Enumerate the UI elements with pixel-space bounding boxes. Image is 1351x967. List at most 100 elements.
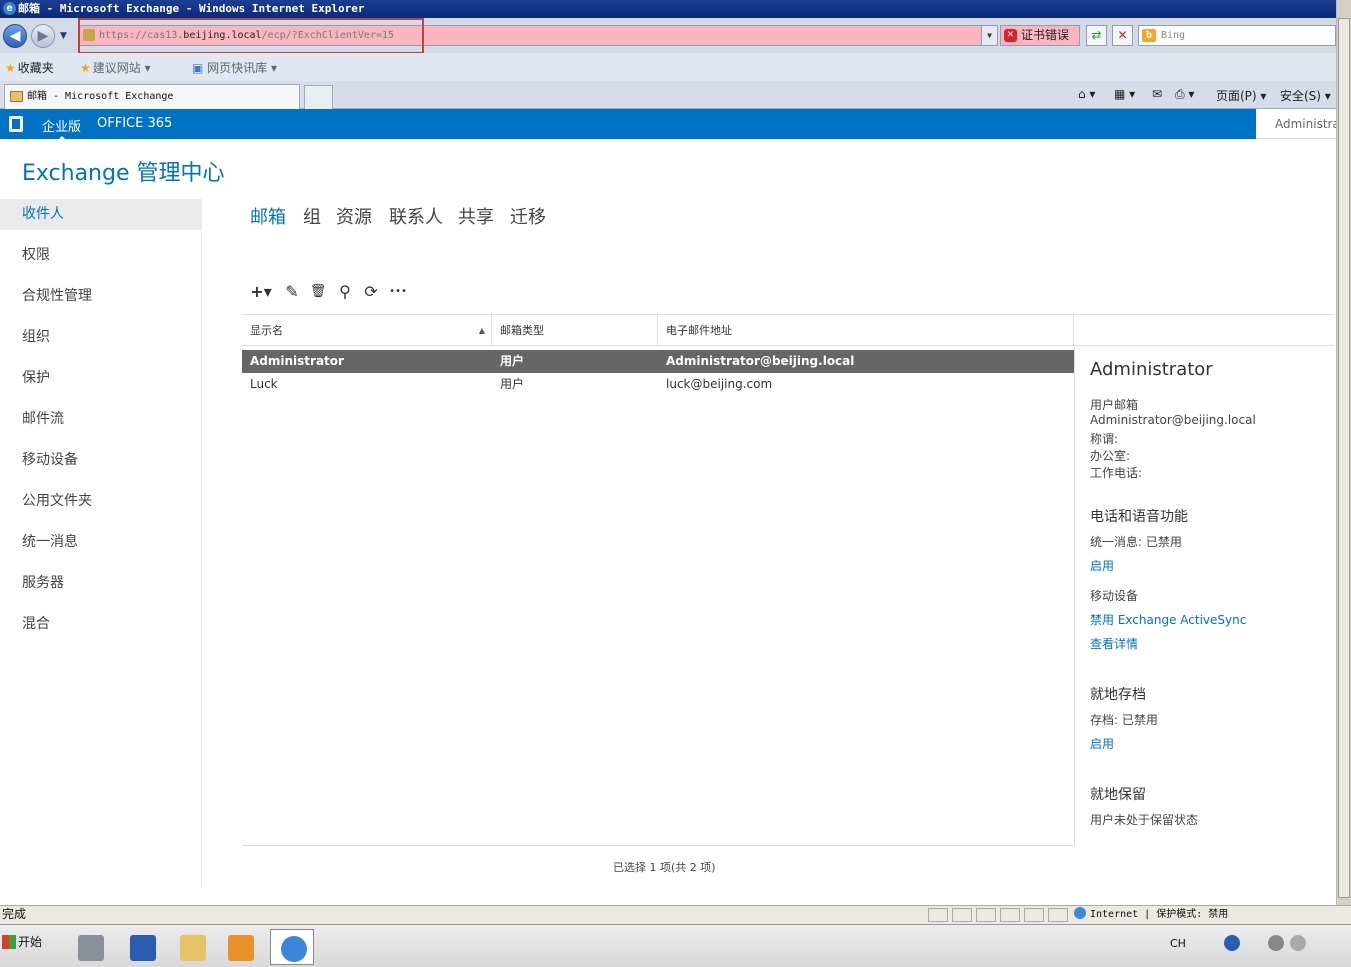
start-button[interactable]: 开始 xyxy=(2,933,42,950)
language-indicator[interactable]: CH xyxy=(1170,937,1186,950)
tab-mailboxes[interactable]: 邮箱 xyxy=(250,203,286,229)
back-button[interactable]: ◀ xyxy=(3,24,27,48)
add-favorite-icon: ★ xyxy=(80,61,91,75)
disable-activesync-link[interactable]: 禁用 Exchange ActiveSync xyxy=(1090,611,1246,628)
nav-recipients[interactable]: 收件人 xyxy=(0,199,202,230)
print-icon[interactable]: ⎙ ▾ xyxy=(1175,87,1194,102)
delete-button[interactable]: 🗑 xyxy=(307,281,329,303)
enterprise-link[interactable]: 企业版 xyxy=(42,116,81,141)
table-row[interactable]: Luck 用户 luck@beijing.com xyxy=(242,373,1074,396)
home-icon[interactable]: ⌂ ▾ xyxy=(1078,87,1095,101)
search-button[interactable]: ⚲ xyxy=(334,281,356,303)
tab-shared[interactable]: 共享 xyxy=(458,203,494,229)
mobile-devices-label: 移动设备 xyxy=(1090,589,1139,603)
detail-office-label: 办公室: xyxy=(1090,449,1131,463)
taskbar-server-manager[interactable] xyxy=(68,929,112,965)
add-button[interactable]: +▾ xyxy=(246,281,276,303)
archive-header: 就地存档 xyxy=(1090,687,1146,703)
nav-public-folders[interactable]: 公用文件夹 xyxy=(0,486,202,517)
cell-display-name: Luck xyxy=(250,377,278,391)
tab-mailbox[interactable]: 邮箱 - Microsoft Exchange xyxy=(4,84,300,109)
office365-top-bar: 企业版 OFFICE 365 xyxy=(0,109,1256,141)
um-status: 统一消息: 已禁用 xyxy=(1090,535,1182,549)
tab-groups[interactable]: 组 xyxy=(303,203,321,229)
edit-button[interactable]: ✎ xyxy=(281,281,303,303)
table-row[interactable]: Administrator 用户 Administrator@beijing.l… xyxy=(242,350,1074,373)
taskbar-internet-explorer[interactable] xyxy=(270,929,314,965)
network-icon[interactable] xyxy=(1268,935,1284,951)
hold-status: 用户未处于保留状态 xyxy=(1090,813,1199,827)
view-details-link[interactable]: 查看详情 xyxy=(1090,635,1138,652)
nav-protection[interactable]: 保护 xyxy=(0,363,202,394)
refresh-button[interactable]: ⇄ xyxy=(1086,25,1107,46)
refresh-list-button[interactable]: ⟳ xyxy=(360,281,382,303)
nav-hybrid[interactable]: 混合 xyxy=(0,609,202,640)
window-title-bar: e 邮箱 - Microsoft Exchange - Windows Inte… xyxy=(0,0,1351,18)
vertical-scrollbar[interactable] xyxy=(1336,0,1351,905)
office365-link[interactable]: OFFICE 365 xyxy=(97,116,172,131)
new-tab-button[interactable] xyxy=(304,85,333,109)
status-segment xyxy=(1048,908,1068,922)
detail-title-label: 称谓: xyxy=(1090,432,1119,446)
safety-menu[interactable]: 安全(S) ▾ xyxy=(1280,87,1331,104)
search-input[interactable]: b Bing xyxy=(1138,25,1336,46)
status-segment xyxy=(1000,908,1020,922)
status-bar: 完成 Internet | 保护模式: 禁用 xyxy=(0,905,1351,924)
windows-logo-icon xyxy=(2,935,16,949)
server-manager-icon xyxy=(78,935,104,961)
taskbar-explorer[interactable] xyxy=(170,929,214,965)
feeds-icon[interactable]: ▦ ▾ xyxy=(1114,87,1135,101)
office-icon[interactable] xyxy=(9,116,23,132)
detail-name: Administrator xyxy=(1090,359,1213,380)
column-mailbox-type[interactable]: 邮箱类型 xyxy=(492,315,658,346)
help-icon[interactable] xyxy=(1224,935,1240,951)
more-options-button[interactable]: ••• xyxy=(387,281,409,303)
shield-error-icon: ✕ xyxy=(1004,29,1017,42)
nav-compliance[interactable]: 合规性管理 xyxy=(0,281,202,312)
column-email-address[interactable]: 电子邮件地址 xyxy=(658,315,1074,346)
page-menu[interactable]: 页面(P) ▾ xyxy=(1216,87,1266,104)
url-dropdown-icon[interactable]: ▼ xyxy=(981,26,997,45)
nav-mail-flow[interactable]: 邮件流 xyxy=(0,404,202,435)
grid-header: 显示名 ▲ 邮箱类型 电子邮件地址 xyxy=(242,314,1334,346)
archive-status: 存档: 已禁用 xyxy=(1090,713,1158,727)
nav-servers[interactable]: 服务器 xyxy=(0,568,202,599)
user-menu[interactable]: Administrator xyxy=(1256,109,1336,139)
left-navigation: 收件人 权限 合规性管理 组织 保护 邮件流 移动设备 公用文件夹 统一消息 服… xyxy=(0,199,202,887)
tab-resources[interactable]: 资源 xyxy=(336,203,372,229)
cell-display-name: Administrator xyxy=(250,354,344,368)
taskbar-outlook[interactable] xyxy=(218,929,262,965)
status-segment xyxy=(928,908,948,922)
scrollbar-thumb[interactable] xyxy=(1338,18,1350,898)
enable-um-link[interactable]: 启用 xyxy=(1090,557,1114,574)
recent-pages-dropdown[interactable]: ▼ xyxy=(60,31,67,41)
nav-mobile[interactable]: 移动设备 xyxy=(0,445,202,476)
detail-email: Administrator@beijing.local xyxy=(1090,413,1256,427)
folder-icon xyxy=(180,935,206,961)
page-title: Exchange 管理中心 xyxy=(22,161,225,186)
favorites-button[interactable]: ★ 收藏夹 xyxy=(5,59,54,76)
volume-icon[interactable] xyxy=(1290,935,1306,951)
bing-icon: b xyxy=(1142,29,1156,42)
taskbar-powershell[interactable] xyxy=(120,929,164,965)
forward-button[interactable]: ▶ xyxy=(31,24,55,48)
nav-organization[interactable]: 组织 xyxy=(0,322,202,353)
tab-contacts[interactable]: 联系人 xyxy=(389,203,443,229)
annotation-highlight-box xyxy=(78,18,424,54)
nav-permissions[interactable]: 权限 xyxy=(0,240,202,271)
stop-button[interactable]: ✕ xyxy=(1112,25,1133,46)
nav-unified-messaging[interactable]: 统一消息 xyxy=(0,527,202,558)
tab-migration[interactable]: 迁移 xyxy=(510,203,546,229)
mail-read-icon[interactable]: ✉ xyxy=(1152,87,1162,101)
suggested-sites-link[interactable]: ★ 建议网站 ▾ xyxy=(80,59,151,76)
web-slice-icon: ▣ xyxy=(192,61,208,75)
web-slice-gallery-link[interactable]: ▣ 网页快讯库 ▾ xyxy=(192,59,277,76)
security-zone[interactable]: Internet | 保护模式: 禁用 xyxy=(1074,906,1228,923)
cert-error-button[interactable]: ✕ 证书错误 xyxy=(1000,25,1080,46)
enable-archive-link[interactable]: 启用 xyxy=(1090,735,1114,752)
detail-divider xyxy=(1074,346,1075,846)
ie-icon: e xyxy=(3,2,16,15)
column-display-name[interactable]: 显示名 ▲ xyxy=(242,315,492,346)
tab-bar: 邮箱 - Microsoft Exchange ⌂ ▾ ▦ ▾ ✉ ⎙ ▾ 页面… xyxy=(0,81,1351,109)
globe-icon xyxy=(1074,907,1086,919)
